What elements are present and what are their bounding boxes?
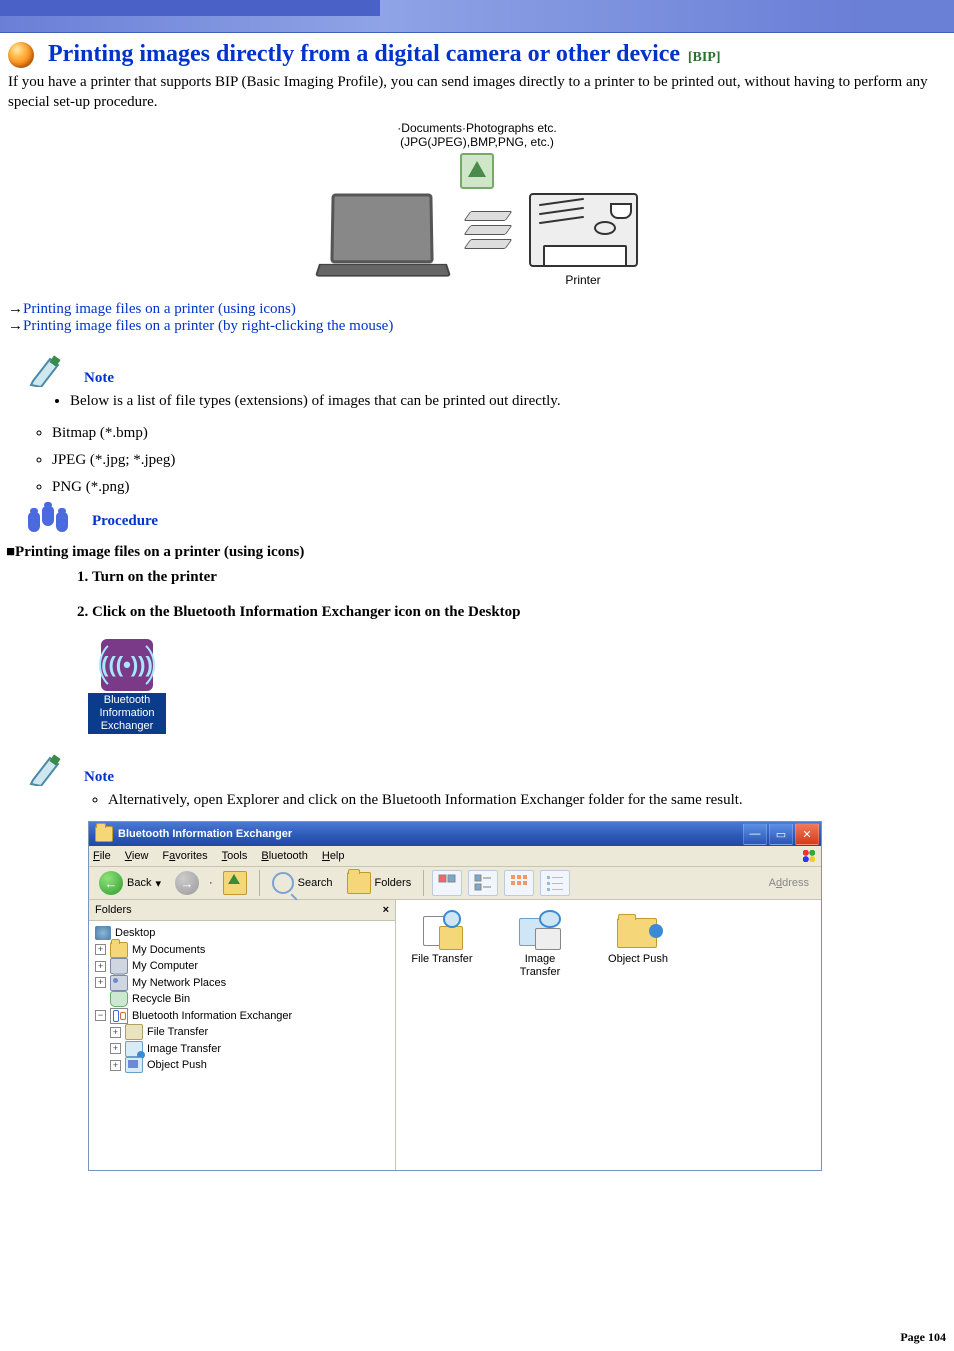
view-tiles-button[interactable] xyxy=(468,870,498,896)
windows-flag-icon xyxy=(801,848,817,864)
transfer-arrows-icon xyxy=(467,211,509,249)
close-pane-button[interactable]: × xyxy=(383,904,389,916)
tree-my-network-places[interactable]: My Network Places xyxy=(132,975,226,992)
expander-icon[interactable]: + xyxy=(110,1043,121,1054)
tree-object-push[interactable]: Object Push xyxy=(147,1057,207,1074)
section-heading-a: ■Printing image files on a printer (usin… xyxy=(6,544,954,561)
bt-exchanger-icon xyxy=(110,1008,128,1024)
shortcut-line2: Information xyxy=(90,707,164,720)
note-alt-text: Alternatively, open Explorer and click o… xyxy=(108,792,954,809)
note-intro: Below is a list of file types (extension… xyxy=(70,393,954,410)
shortcut-line1: Bluetooth xyxy=(90,694,164,707)
network-places-icon xyxy=(110,975,128,991)
tree-bt-exchanger[interactable]: Bluetooth Information Exchanger xyxy=(132,1008,292,1025)
note-icon xyxy=(28,752,62,786)
note-label: Note xyxy=(84,769,114,786)
folders-button[interactable]: Folders xyxy=(343,870,416,896)
item-object-push[interactable]: Object Push xyxy=(602,910,674,966)
file-transfer-icon xyxy=(125,1024,143,1040)
view-list-button[interactable] xyxy=(540,870,570,896)
expander-icon[interactable]: + xyxy=(110,1027,121,1038)
procedure-label: Procedure xyxy=(92,513,158,530)
file-type-png: PNG (*.png) xyxy=(52,479,954,496)
folder-icon xyxy=(95,826,113,842)
titlebar[interactable]: Bluetooth Information Exchanger — ▭ ✕ xyxy=(89,822,821,846)
image-transfer-icon xyxy=(125,1041,143,1057)
diagram-caption-1: ·Documents·Photographs etc. xyxy=(327,121,627,135)
sphere-icon xyxy=(8,42,34,68)
expander-icon[interactable]: + xyxy=(95,944,106,955)
page-title: Printing images directly from a digital … xyxy=(48,41,680,67)
tree-my-computer[interactable]: My Computer xyxy=(132,958,198,975)
object-push-icon xyxy=(617,910,659,950)
desktop-icon xyxy=(95,926,111,940)
procedure-icon xyxy=(28,512,68,532)
menu-help[interactable]: Help xyxy=(322,850,345,862)
view-thumbnails-button[interactable] xyxy=(432,870,462,896)
forward-button[interactable]: → xyxy=(171,869,203,897)
note-icon xyxy=(28,353,62,387)
expander-icon[interactable]: + xyxy=(110,1060,121,1071)
tree-desktop[interactable]: Desktop xyxy=(115,925,155,942)
search-button[interactable]: Search xyxy=(268,870,337,896)
minimize-button[interactable]: — xyxy=(743,823,767,845)
expander-icon[interactable]: − xyxy=(95,1010,106,1021)
note-label: Note xyxy=(84,370,114,387)
address-label[interactable]: Address xyxy=(769,877,815,889)
file-transfer-icon xyxy=(421,910,463,950)
desktop-shortcut[interactable]: (((•))) Bluetooth Information Exchanger xyxy=(88,639,166,735)
shortcut-line3: Exchanger xyxy=(90,720,164,733)
expander-icon[interactable]: + xyxy=(95,961,106,972)
item-file-transfer[interactable]: File Transfer xyxy=(406,910,478,966)
printer-icon: Printer xyxy=(529,193,638,287)
up-button[interactable] xyxy=(219,869,251,897)
image-transfer-icon xyxy=(519,910,561,950)
menu-view[interactable]: View xyxy=(125,850,149,862)
object-push-icon xyxy=(125,1057,143,1073)
link-print-right-click[interactable]: Printing image files on a printer (by ri… xyxy=(23,318,393,334)
menu-bluetooth[interactable]: Bluetooth xyxy=(261,850,308,862)
toolbar: ← Back ▾ → · Search Folders Address xyxy=(89,867,821,900)
content-pane[interactable]: File Transfer Image Transfer Object Push xyxy=(396,900,821,1170)
window-title: Bluetooth Information Exchanger xyxy=(118,828,741,840)
menu-favorites[interactable]: Favorites xyxy=(162,850,207,862)
tree-image-transfer[interactable]: Image Transfer xyxy=(147,1041,221,1058)
link-print-using-icons[interactable]: Printing image files on a printer (using… xyxy=(23,301,296,317)
expander-icon[interactable]: + xyxy=(95,977,106,988)
diagram-caption-2: (JPG(JPEG),BMP,PNG, etc.) xyxy=(327,135,627,149)
image-file-icon xyxy=(460,153,494,189)
laptop-icon xyxy=(317,193,447,279)
folder-tree[interactable]: Desktop + My Documents + My Computer + My N… xyxy=(89,921,395,1078)
view-icons-button[interactable] xyxy=(504,870,534,896)
printer-label: Printer xyxy=(529,273,638,287)
my-computer-icon xyxy=(110,958,128,974)
tree-recycle-bin[interactable]: Recycle Bin xyxy=(132,991,190,1008)
item-image-transfer[interactable]: Image Transfer xyxy=(504,910,576,979)
step-1: Turn on the printer xyxy=(92,569,954,586)
bip-tag: [BIP] xyxy=(688,50,721,65)
menu-bar[interactable]: File View Favorites Tools Bluetooth Help xyxy=(89,846,821,867)
step-2: Click on the Bluetooth Information Excha… xyxy=(92,604,954,621)
maximize-button[interactable]: ▭ xyxy=(769,823,793,845)
concept-diagram: ·Documents·Photographs etc. (JPG(JPEG),B… xyxy=(327,121,627,287)
explorer-window: Bluetooth Information Exchanger — ▭ ✕ Fi… xyxy=(88,821,822,1171)
close-button[interactable]: ✕ xyxy=(795,823,819,845)
header-bar xyxy=(0,0,954,33)
folders-pane: Folders × Desktop + My Documents + My Comp… xyxy=(89,900,396,1170)
menu-file[interactable]: File xyxy=(93,850,111,862)
tree-file-transfer[interactable]: File Transfer xyxy=(147,1024,208,1041)
folder-icon xyxy=(110,942,128,958)
menu-tools[interactable]: Tools xyxy=(222,850,248,862)
page-number: Page 104 xyxy=(900,1330,946,1345)
recycle-bin-icon xyxy=(110,991,128,1007)
file-type-jpeg: JPEG (*.jpg; *.jpeg) xyxy=(52,452,954,469)
intro-text: If you have a printer that supports BIP … xyxy=(8,72,946,113)
folders-pane-title: Folders xyxy=(95,904,132,916)
back-button[interactable]: ← Back ▾ xyxy=(95,869,165,897)
file-type-bmp: Bitmap (*.bmp) xyxy=(52,425,954,442)
tree-my-documents[interactable]: My Documents xyxy=(132,942,205,959)
bluetooth-exchanger-icon: (((•))) xyxy=(101,639,153,691)
